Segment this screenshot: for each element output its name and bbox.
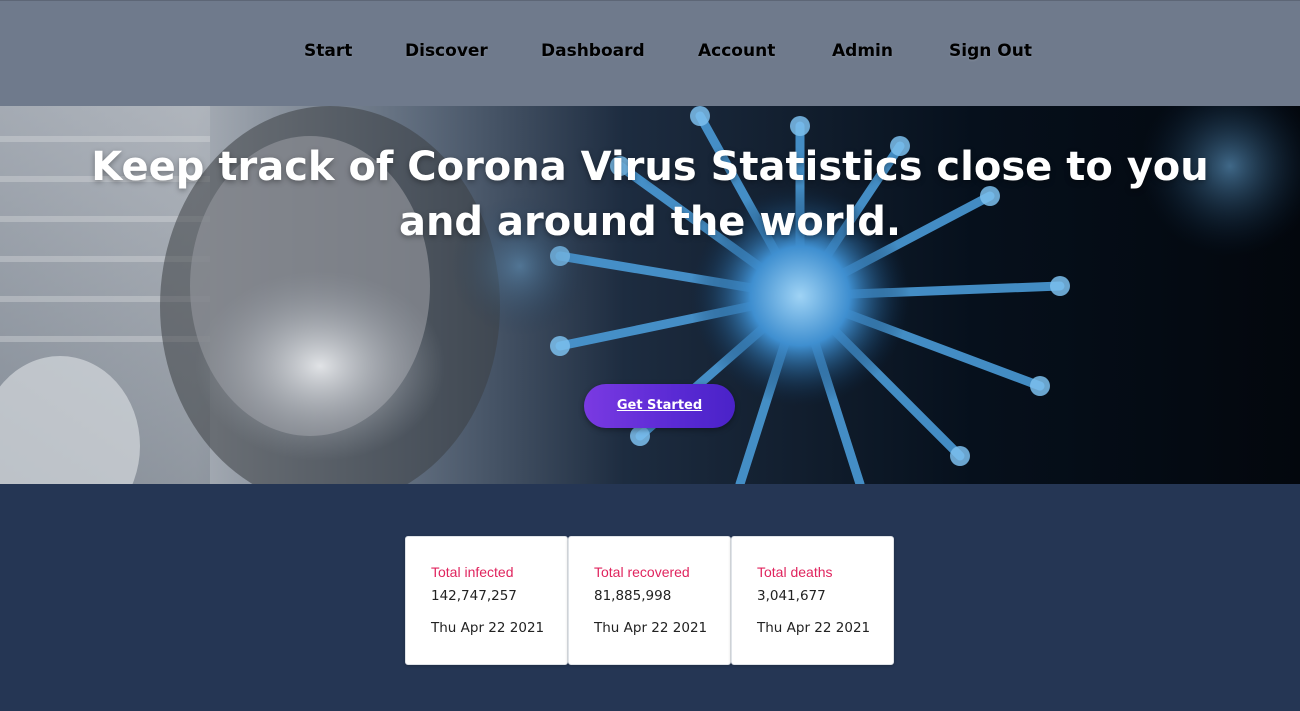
stat-value: 142,747,257 (431, 588, 517, 604)
nav-admin-link[interactable]: Admin (832, 41, 893, 61)
nav-start-link[interactable]: Start (304, 41, 352, 61)
stat-label: Total deaths (757, 564, 833, 580)
stat-card-deaths: Total deaths 3,041,677 Thu Apr 22 2021 (731, 536, 894, 665)
nav-menu: Start Discover Dashboard Account Admin S… (0, 41, 1300, 67)
nav-sign-out-link[interactable]: Sign Out (949, 41, 1032, 61)
top-navbar: Start Discover Dashboard Account Admin S… (0, 0, 1300, 106)
stat-label: Total infected (431, 564, 514, 580)
stats-section: Total infected 142,747,257 Thu Apr 22 20… (405, 536, 895, 666)
get-started-button[interactable]: Get Started (584, 384, 735, 428)
stat-label: Total recovered (594, 564, 690, 580)
stat-value: 3,041,677 (757, 588, 826, 604)
nav-dashboard-link[interactable]: Dashboard (541, 41, 645, 61)
hero-headline-line2: and around the world. (398, 199, 902, 245)
hero-headline: Keep track of Corona Virus Statistics cl… (40, 140, 1260, 250)
stat-date: Thu Apr 22 2021 (757, 620, 871, 636)
stat-value: 81,885,998 (594, 588, 672, 604)
stat-date: Thu Apr 22 2021 (431, 620, 545, 636)
stat-card-recovered: Total recovered 81,885,998 Thu Apr 22 20… (568, 536, 731, 665)
hero-headline-line1: Keep track of Corona Virus Statistics cl… (91, 144, 1209, 190)
nav-discover-link[interactable]: Discover (405, 41, 488, 61)
stat-card-infected: Total infected 142,747,257 Thu Apr 22 20… (405, 536, 568, 665)
hero-section: Keep track of Corona Virus Statistics cl… (0, 106, 1300, 484)
stat-date: Thu Apr 22 2021 (594, 620, 708, 636)
nav-account-link[interactable]: Account (698, 41, 775, 61)
